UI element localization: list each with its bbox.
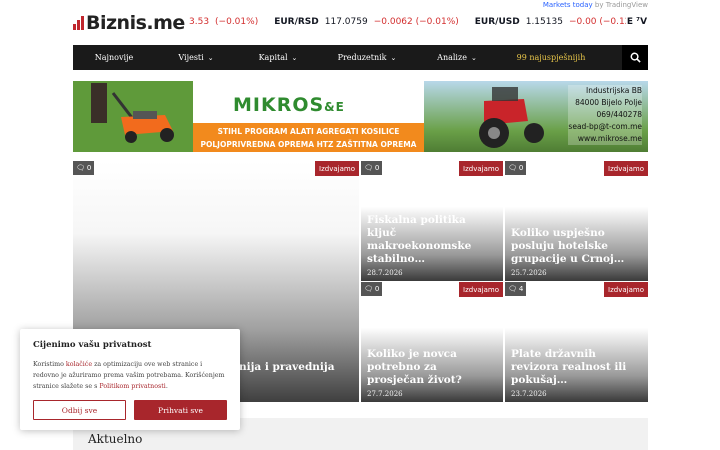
search-icon	[630, 52, 641, 63]
article-card[interactable]: 🗨 4 Izdvajamo Plate državnih revizora rea…	[505, 282, 648, 402]
banner-web: www.mikrose.me	[577, 134, 642, 143]
article-date: 28.7.2026	[367, 269, 403, 277]
banner-ad[interactable]: MIKROS&E STIHL PROGRAM ALATI AGREGATI KO…	[73, 81, 648, 152]
chevron-down-icon: ⌄	[207, 53, 214, 62]
ticker-credit: Markets today by TradingView	[543, 1, 648, 9]
privacy-policy-link[interactable]: Politikom privatnosti	[99, 383, 165, 390]
article-title[interactable]: Koliko uspješno posluju hotelske grupaci…	[511, 227, 642, 266]
banner-phone: 069/440278	[596, 110, 642, 119]
nav-label: Preduzetnik	[337, 53, 387, 62]
ticker-credit-link[interactable]: Markets today	[543, 1, 593, 9]
cookies-link[interactable]: kolačiće	[66, 361, 92, 368]
ticker-value: 117.0759	[324, 17, 368, 27]
ticker-item[interactable]: 3.53 (−0.01%)	[189, 17, 258, 27]
article-title[interactable]: Fiskalna politika ključ makroekonomske s…	[367, 214, 497, 266]
article-title[interactable]: žnija i pravednija	[233, 361, 353, 374]
banner-email: sead-bp@t-com.me	[568, 122, 642, 131]
tag-izdvajamo[interactable]: Izdvajamo	[604, 161, 648, 176]
chevron-down-icon: ⌄	[470, 53, 477, 62]
article-card[interactable]: 🗨 0 Izdvajamo Koliko je novca potrebno za…	[361, 282, 503, 402]
ticker-item[interactable]: EUR/RSD 117.0759 −0.0062 (−0.01%)	[274, 17, 459, 27]
tradingview-logo-icon[interactable]: E ⁷V	[626, 12, 648, 32]
comment-count-value: 0	[374, 164, 380, 172]
comment-count-value: 0	[518, 164, 524, 172]
cookie-consent-dialog: Cijenimo vašu privatnost Koristimo kolač…	[20, 329, 240, 430]
article-date: 27.7.2026	[367, 390, 403, 398]
chevron-down-icon: ⌄	[291, 53, 298, 62]
ticker-change: −0.0062 (−0.01%)	[373, 17, 459, 27]
chevron-down-icon: ⌄	[390, 53, 397, 62]
nav-label: Analize	[437, 53, 467, 62]
banner-brand-suffix: &E	[324, 100, 345, 114]
search-button[interactable]	[622, 45, 648, 70]
nav-label: 99 najuspješnijih	[516, 53, 586, 62]
nav-item-kapital[interactable]: Kapital ⌄	[237, 45, 319, 70]
comment-icon: 🗨	[508, 285, 517, 293]
cookie-text-part: Koristimo	[33, 361, 66, 368]
nav-item-preduzetnik[interactable]: Preduzetnik ⌄	[319, 45, 415, 70]
article-card[interactable]: 🗨 0 Izdvajamo Fiskalna politika ključ mak…	[361, 161, 503, 281]
comment-count: 🗨 0	[73, 161, 95, 175]
comment-count-value: 0	[86, 164, 92, 172]
ticker-symbol: EUR/RSD	[274, 17, 319, 27]
nav-label: Najnovije	[94, 53, 134, 62]
article-date: 23.7.2026	[511, 390, 547, 398]
tag-izdvajamo[interactable]: Izdvajamo	[459, 161, 503, 176]
cookie-title: Cijenimo vašu privatnost	[33, 340, 152, 350]
comment-icon: 🗨	[508, 164, 517, 172]
comment-icon: 🗨	[364, 164, 373, 172]
market-ticker[interactable]: 3.53 (−0.01%) EUR/RSD 117.0759 −0.0062 (…	[189, 12, 648, 32]
tag-izdvajamo[interactable]: Izdvajamo	[459, 282, 503, 297]
comment-count: 🗨 0	[361, 161, 383, 175]
banner-address-2: 84000 Bijelo Polje	[575, 98, 642, 107]
banner-brand-panel: MIKROS&E STIHL PROGRAM ALATI AGREGATI KO…	[193, 81, 424, 152]
ticker-symbol: EUR/USD	[474, 17, 520, 27]
nav-item-vijesti[interactable]: Vijesti ⌄	[155, 45, 237, 70]
banner-brand: MIKROS&E	[233, 94, 345, 116]
comment-count-value: 0	[374, 285, 380, 293]
site-logo[interactable]: Biznis.me	[73, 12, 185, 34]
page: Biznis.me Markets today by TradingView 3…	[0, 0, 720, 450]
banner-address-1: Industrijska BB	[586, 86, 642, 95]
nav-item-99-najuspjesnijih[interactable]: 99 najuspješnijih	[499, 45, 603, 70]
banner-line-1: STIHL PROGRAM ALATI AGREGATI KOSILICE	[217, 127, 400, 136]
banner-line-2: POLJOPRIVREDNA OPREMA HTZ ZAŠTITNA OPREM…	[200, 140, 417, 149]
tag-izdvajamo[interactable]: Izdvajamo	[604, 282, 648, 297]
comment-count-value: 4	[518, 285, 524, 293]
banner-brand-text: MIKROS	[233, 94, 325, 116]
banner-strip: STIHL PROGRAM ALATI AGREGATI KOSILICE PO…	[193, 123, 424, 152]
ticker-change: (−0.01%)	[215, 17, 259, 27]
article-title[interactable]: Koliko je novca potrebno za prosječan ži…	[367, 348, 497, 387]
logo-bars-icon	[73, 16, 84, 30]
article-title[interactable]: Plate državnih revizora realnost ili pok…	[511, 348, 642, 387]
article-date: 25.7.2026	[511, 269, 547, 277]
ticker-value: 3.53	[189, 17, 210, 27]
comment-count: 🗨 4	[505, 282, 527, 296]
lawn-mower-icon	[73, 81, 193, 152]
accept-all-button[interactable]: Prihvati sve	[134, 400, 227, 420]
tag-izdvajamo[interactable]: Izdvajamo	[315, 161, 359, 176]
comment-count: 🗨 0	[505, 161, 527, 175]
nav-item-najnovije[interactable]: Najnovije	[73, 45, 155, 70]
ticker-credit-by: by TradingView	[592, 1, 648, 9]
section-title: Aktuelno	[88, 432, 143, 446]
ticker-value: 1.15135	[525, 17, 563, 27]
logo-text: Biznis.me	[86, 12, 185, 34]
nav-item-analize[interactable]: Analize ⌄	[415, 45, 499, 70]
banner-tractor-image: Industrijska BB 84000 Bijelo Polje 069/4…	[424, 81, 648, 152]
comment-icon: 🗨	[364, 285, 373, 293]
cookie-text: Koristimo kolačiće za optimizaciju ove w…	[33, 359, 227, 392]
comment-count: 🗨 0	[361, 282, 383, 296]
article-card[interactable]: 🗨 0 Izdvajamo Koliko uspješno posluju hot…	[505, 161, 648, 281]
nav-label: Vijesti	[178, 53, 204, 62]
ticker-item[interactable]: EUR/USD 1.15135 −0.00 (−0.12%)	[475, 17, 643, 27]
main-nav: Najnovije Vijesti ⌄ Kapital ⌄ Preduzetnik ⌄…	[73, 45, 648, 70]
cookie-buttons: Odbij sve Prihvati sve	[33, 400, 227, 420]
banner-contact: Industrijska BB 84000 Bijelo Polje 069/4…	[568, 85, 642, 145]
comment-icon: 🗨	[76, 164, 85, 172]
banner-mower-image	[73, 81, 193, 152]
cookie-text-part: .	[165, 383, 168, 390]
nav-label: Kapital	[258, 53, 288, 62]
reject-all-button[interactable]: Odbij sve	[33, 400, 126, 420]
